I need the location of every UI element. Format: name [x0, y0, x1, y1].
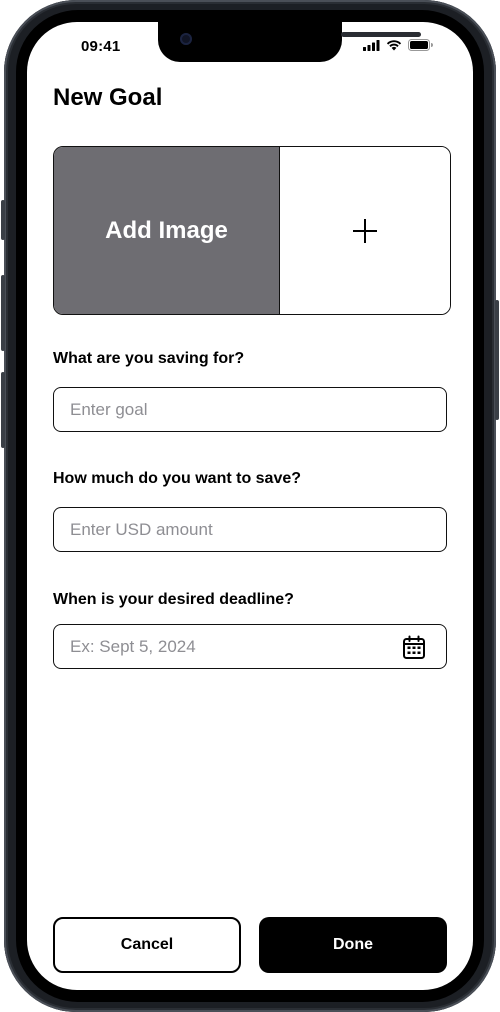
- earpiece-speaker: [341, 32, 421, 37]
- mute-switch: [1, 200, 5, 240]
- add-image-label: Add Image: [105, 216, 228, 244]
- add-image-card[interactable]: Add Image: [53, 146, 451, 315]
- image-placeholder[interactable]: Add Image: [54, 147, 279, 314]
- battery-icon: [408, 39, 433, 51]
- volume-up-button: [1, 275, 5, 351]
- power-button: [495, 300, 499, 420]
- volume-down-button: [1, 372, 5, 448]
- goal-input[interactable]: [54, 388, 446, 431]
- calendar-icon[interactable]: [402, 635, 426, 660]
- status-time: 09:41: [81, 38, 121, 55]
- cancel-button[interactable]: Cancel: [53, 917, 241, 973]
- goal-field[interactable]: [53, 387, 447, 432]
- plus-icon: [353, 218, 377, 243]
- wifi-icon: [386, 40, 402, 51]
- amount-field[interactable]: [53, 507, 447, 552]
- app-screen: 09:41 New Goal Add Image What are you sa…: [27, 22, 473, 990]
- deadline-input[interactable]: [54, 625, 446, 668]
- front-camera: [180, 33, 192, 45]
- goal-label: What are you saving for?: [53, 350, 245, 367]
- status-icons: [363, 39, 433, 51]
- add-image-button[interactable]: [279, 147, 450, 314]
- done-button[interactable]: Done: [259, 917, 447, 973]
- amount-input[interactable]: [54, 508, 446, 551]
- amount-label: How much do you want to save?: [53, 470, 302, 487]
- deadline-field[interactable]: [53, 624, 447, 669]
- page-title: New Goal: [53, 84, 163, 111]
- cellular-signal-icon: [363, 39, 380, 51]
- deadline-label: When is your desired deadline?: [53, 591, 294, 608]
- notch: [158, 22, 421, 62]
